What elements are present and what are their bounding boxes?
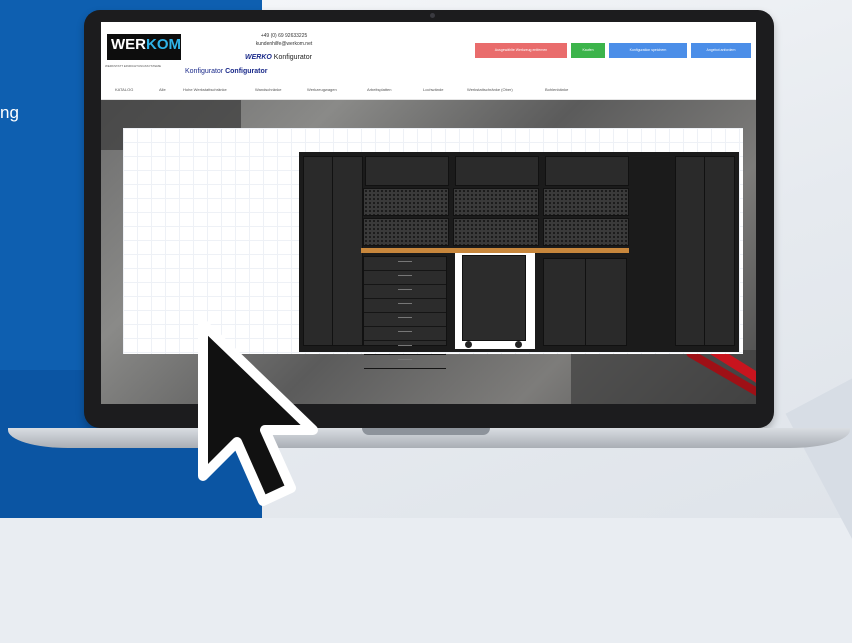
contact-info: +49 (0) 69 92633225 kundenhilfe@werkom.n… [229,32,339,48]
side-heading-text: ng [0,103,19,122]
tagline-strong: Configurator [225,68,268,75]
logo-subtitle: WERKSTATT EINRICHTUNGSSYSTEME [105,64,162,68]
nav-item-upper-cabinets[interactable]: Werkstattschränke (Ober) [467,87,513,92]
pegboard-panel[interactable] [453,188,539,216]
wall-cabinet[interactable] [455,156,539,186]
tall-cabinet-right[interactable] [675,156,735,346]
laptop-notch [362,428,490,435]
contact-phone[interactable]: +49 (0) 69 92633225 [229,32,339,40]
configurator-brand: WERKO Konfigurator [245,54,312,61]
tool-trolley[interactable] [455,253,535,349]
nav-item-worktops[interactable]: Arbeitsplatten [367,87,391,92]
logo-text-a: WER [111,36,146,53]
werkom-logo[interactable]: WERKOM [107,34,181,60]
nav-item-tool-trolleys[interactable]: Werkzeugwagen [307,87,337,92]
mouse-pointer-icon [198,319,318,506]
request-quote-button[interactable]: Angebot anfordern [691,43,751,58]
tagline-prefix: Konfigurator [185,68,224,75]
logo-text-b: KOM [146,36,181,53]
site-header: WERKOM WERKSTATT EINRICHTUNGSSYSTEME +49… [101,22,756,82]
nav-item-all[interactable]: Alle [159,87,166,92]
pegboard-panel[interactable] [543,218,629,246]
configurator-label: Konfigurator [273,54,312,61]
lower-cabinet[interactable] [543,258,627,346]
configurator-tagline: Konfigurator Configurator [185,68,267,75]
nav-item-wall-cabinets[interactable]: Wandschränke [255,87,282,92]
contact-email[interactable]: kundenhilfe@werkom.net [229,40,339,48]
workshop-setup[interactable] [299,152,739,369]
nav-item-benches[interactable]: Bohlenbänke [545,87,568,92]
category-nav: KATALOG Alle Hohe Werkstattschränke Wand… [101,82,756,100]
camera-icon [430,13,435,18]
wheel-icon [515,341,522,348]
pegboard-panel[interactable] [543,188,629,216]
nav-item-pegboards[interactable]: Lochwände [423,87,443,92]
buy-button[interactable]: Kaufen [571,43,605,58]
nav-item-tall-cabinets[interactable]: Hohe Werkstattschränke [183,87,227,92]
wheel-icon [465,341,472,348]
save-configuration-button[interactable]: Konfiguration speichern [609,43,687,58]
configurator-brand-name: WERKO [245,54,272,61]
drawer-cabinet[interactable] [363,256,447,369]
remove-tool-button[interactable]: Ausgewählte Werkzeug entfernen [475,43,567,58]
wall-cabinet[interactable] [365,156,449,186]
pegboard-panel[interactable] [453,218,539,246]
pegboard-panel[interactable] [363,188,449,216]
pegboard-panel[interactable] [363,218,449,246]
tool-trolley-drawers [462,255,526,341]
nav-item-catalog[interactable]: KATALOG [115,87,133,92]
wall-cabinet[interactable] [545,156,629,186]
